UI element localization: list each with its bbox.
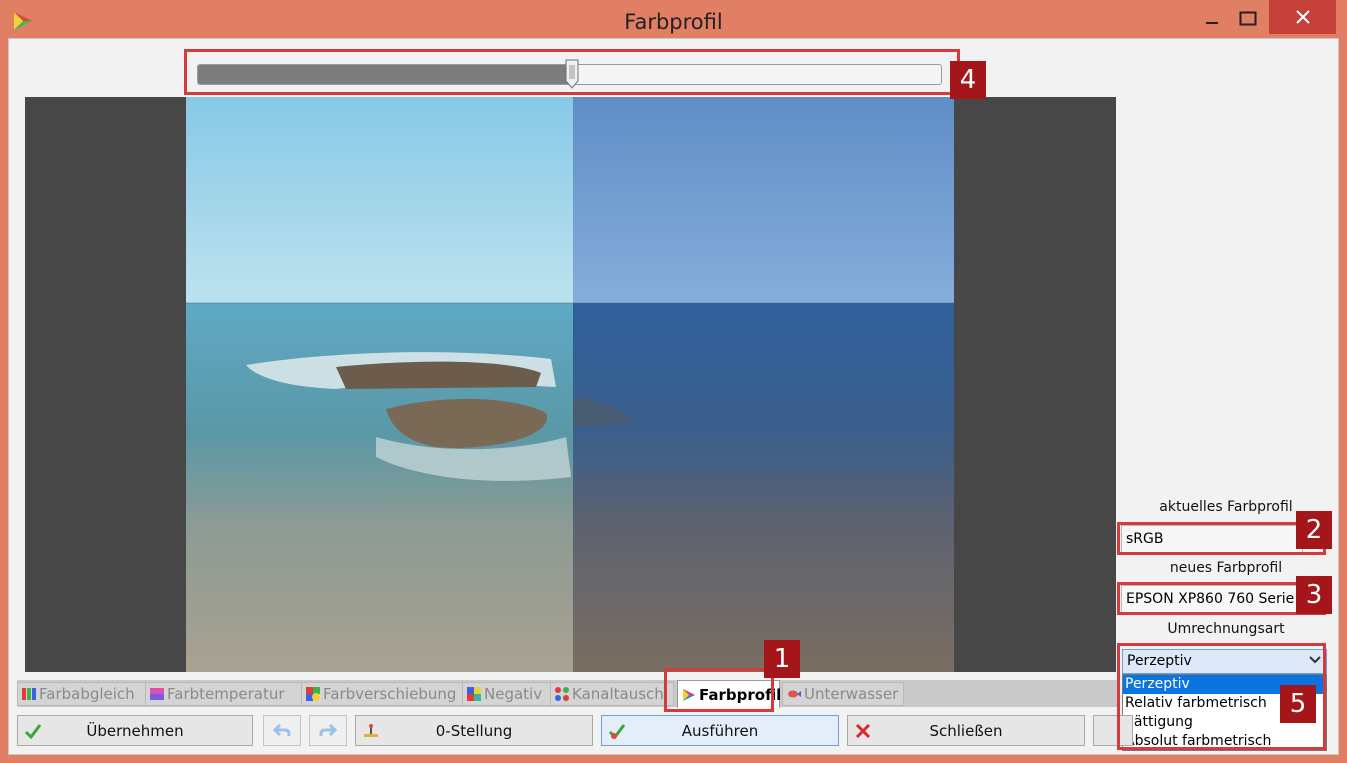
close-window-button[interactable] — [1269, 0, 1336, 34]
tab-farbtemperatur[interactable]: Farbtemperatur — [145, 682, 302, 706]
color-shift-icon — [306, 687, 320, 701]
tab-farbabgleich[interactable]: Farbabgleich — [17, 682, 146, 706]
tool-tab-bar: Farbabgleich Farbtemperatur Farbverschie… — [17, 680, 1117, 708]
annotation-badge-5: 5 — [1280, 685, 1316, 723]
annotation-badge-1: 1 — [764, 640, 800, 678]
close-icon — [1295, 10, 1310, 24]
annotation-box-4 — [184, 49, 960, 95]
conversion-type-label: Umrechnungsart — [1167, 621, 1285, 637]
reset-icon — [364, 724, 378, 737]
fish-icon — [788, 690, 801, 698]
new-profile-label: neues Farbprofil — [1169, 560, 1283, 576]
annotation-badge-4: 4 — [950, 61, 986, 99]
tab-label: Unterwasser — [804, 685, 899, 703]
execute-button[interactable]: Ausführen — [601, 715, 839, 746]
close-button-label: Schließen — [929, 721, 1003, 740]
tab-unterwasser[interactable]: Unterwasser — [782, 682, 904, 706]
annotation-box-3 — [1117, 582, 1326, 615]
close-button[interactable]: Schließen — [847, 715, 1085, 746]
tab-negativ[interactable]: Negativ — [462, 682, 551, 706]
reset-button-label: 0-Stellung — [435, 721, 513, 740]
window-title: Farbprofil — [624, 10, 723, 34]
tab-label: Negativ — [484, 685, 543, 703]
annotation-box-2 — [1117, 522, 1326, 555]
apply-button[interactable]: Übernehmen — [17, 715, 253, 746]
minimize-icon — [1206, 22, 1218, 24]
tab-label: Kanaltausch — [572, 685, 664, 703]
tab-label: Farbtemperatur — [167, 685, 285, 703]
checkmark-icon — [24, 724, 42, 740]
apply-button-label: Übernehmen — [86, 721, 184, 740]
channel-swap-icon — [555, 687, 569, 701]
undo-icon — [273, 723, 291, 736]
undo-button[interactable] — [263, 715, 301, 746]
app-window: Farbprofil aktuelles Farbprofil sRGB neu… — [0, 0, 1347, 763]
image-preview — [25, 97, 1116, 672]
maximize-button[interactable] — [1228, 4, 1268, 34]
annotation-badge-2: 2 — [1296, 511, 1332, 549]
beach-photo-comparison — [186, 97, 954, 672]
redo-button[interactable] — [309, 715, 347, 746]
tab-kanaltausch[interactable]: Kanaltausch — [550, 682, 674, 706]
minimize-button[interactable] — [1192, 4, 1232, 34]
redo-icon — [319, 723, 337, 736]
rgb-bars-icon — [22, 688, 36, 700]
annotation-box-1 — [664, 668, 774, 712]
temperature-icon — [150, 688, 164, 700]
reset-button[interactable]: 0-Stellung — [355, 715, 593, 746]
tab-label: Farbverschiebung — [323, 685, 457, 703]
close-x-icon — [855, 723, 871, 739]
negative-icon — [467, 687, 481, 701]
execute-check-icon — [608, 724, 626, 740]
maximize-icon — [1239, 11, 1257, 26]
tab-farbverschiebung[interactable]: Farbverschiebung — [301, 682, 463, 706]
tab-label: Farbabgleich — [39, 685, 135, 703]
annotation-badge-3: 3 — [1296, 576, 1332, 614]
execute-button-label: Ausführen — [681, 721, 759, 740]
